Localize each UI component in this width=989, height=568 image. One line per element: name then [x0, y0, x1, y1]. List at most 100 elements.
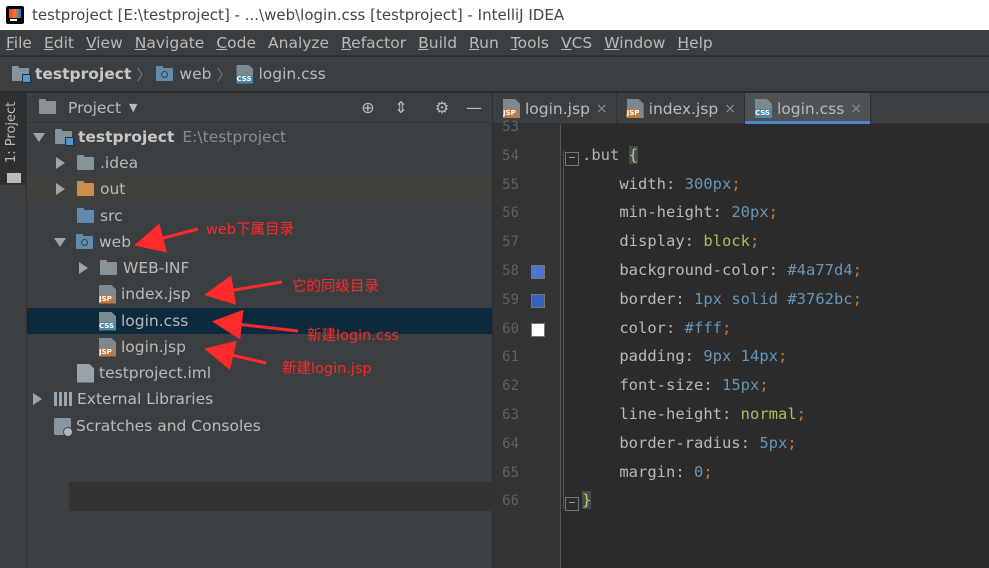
- line-number: 59: [502, 291, 519, 308]
- code-line[interactable]: font-size: 15px;: [582, 376, 768, 394]
- code-line[interactable]: border: 1px solid #3762bc;: [582, 290, 862, 308]
- libraries-icon: [54, 392, 72, 406]
- tree-row-out[interactable]: out: [27, 176, 492, 202]
- minimize-icon[interactable]: —: [465, 99, 483, 117]
- collapse-all-icon[interactable]: ⇕: [392, 99, 410, 117]
- folder-icon: [100, 259, 117, 275]
- tree-row-index-jsp[interactable]: JSP index.jsp: [27, 281, 492, 307]
- code-line[interactable]: background-color: #4a77d4;: [582, 261, 862, 279]
- project-panel-title[interactable]: Project: [68, 99, 121, 117]
- window-title: testproject [E:\testproject] - ...\web\l…: [32, 6, 565, 24]
- line-number: 55: [502, 176, 519, 193]
- collapse-arrow-icon[interactable]: [79, 262, 88, 274]
- project-view-icon: [39, 99, 56, 114]
- tab-index-jsp[interactable]: JSP index.jsp ×: [617, 93, 745, 124]
- module-folder-icon: [55, 128, 74, 146]
- project-path: E:\testproject: [182, 128, 287, 146]
- breadcrumb-folder[interactable]: web: [156, 65, 211, 83]
- line-number: 65: [502, 464, 519, 481]
- line-number: 58: [502, 263, 519, 279]
- project-tool-tab[interactable]: 1: Project: [0, 93, 27, 185]
- fold-marker-icon[interactable]: [565, 497, 579, 512]
- color-swatch-icon[interactable]: [531, 293, 545, 308]
- menu-item-file[interactable]: File: [6, 34, 32, 52]
- tree-row-scratches[interactable]: Scratches and Consoles: [27, 413, 492, 439]
- expand-arrow-icon[interactable]: [33, 132, 45, 142]
- web-folder-icon: [76, 233, 93, 249]
- code-line[interactable]: padding: 9px 14px;: [582, 347, 787, 365]
- menu-item-build[interactable]: Build: [418, 34, 457, 52]
- css-file-icon: CSS: [754, 99, 772, 118]
- code-line[interactable]: width: 300px;: [582, 175, 740, 193]
- chevron-down-icon[interactable]: ▼: [129, 101, 137, 114]
- menu-item-tools[interactable]: Tools: [511, 34, 549, 52]
- line-number: 60: [502, 320, 519, 337]
- tree-row-testproject[interactable]: testproject E:\testproject: [27, 124, 492, 150]
- jsp-file-icon: JSP: [626, 99, 644, 118]
- code-line[interactable]: color: #fff;: [582, 319, 731, 337]
- code-line[interactable]: border-radius: 5px;: [582, 434, 796, 452]
- annotation-login-css: 新建login.css: [307, 328, 400, 344]
- menu-item-run[interactable]: Run: [469, 34, 499, 52]
- gear-icon[interactable]: ⚙: [433, 99, 451, 117]
- menu-bar: File Edit View Navigate Code Analyze Refactor B…: [0, 30, 989, 56]
- tree-row-external-libraries[interactable]: External Libraries: [27, 386, 492, 412]
- line-number: 61: [502, 349, 519, 366]
- collapse-arrow-icon[interactable]: [33, 393, 42, 405]
- line-number: 64: [502, 435, 519, 452]
- menu-item-help[interactable]: Help: [677, 34, 712, 52]
- collapse-arrow-icon[interactable]: [56, 157, 65, 169]
- chevron-right-icon: 〉: [216, 65, 232, 84]
- menu-item-vcs[interactable]: VCS: [561, 34, 592, 52]
- color-swatch-icon[interactable]: [531, 265, 545, 279]
- code-line[interactable]: display: block;: [582, 232, 759, 250]
- chevron-right-icon: 〉: [136, 65, 152, 84]
- menu-item-edit[interactable]: Edit: [44, 34, 74, 52]
- breadcrumb-file[interactable]: CSS login.css: [236, 64, 326, 84]
- menu-item-navigate[interactable]: Navigate: [135, 34, 205, 52]
- menu-item-code[interactable]: Code: [216, 34, 256, 52]
- title-bar: testproject [E:\testproject] - ...\web\l…: [0, 0, 989, 30]
- editor-tab-bar: JSP login.jsp × JSP index.jsp × CSS login.css ×: [493, 93, 989, 124]
- tree-row-login-css[interactable]: CSS login.css: [27, 308, 492, 334]
- menu-item-refactor[interactable]: Refactor: [341, 34, 406, 52]
- line-number: 66: [502, 493, 519, 510]
- intellij-logo-icon: [6, 6, 24, 24]
- close-icon[interactable]: ×: [596, 101, 608, 117]
- code-line[interactable]: }: [582, 491, 592, 510]
- current-line-highlight: [69, 482, 496, 511]
- tree-row-iml[interactable]: testproject.iml: [27, 360, 492, 386]
- web-folder-icon: [156, 65, 174, 81]
- locate-icon[interactable]: ⊕: [359, 99, 377, 117]
- tree-row-login-jsp[interactable]: JSP login.jsp: [27, 334, 492, 360]
- css-file-icon: CSS: [236, 64, 254, 84]
- menu-item-window[interactable]: Window: [604, 34, 665, 52]
- jsp-file-icon: JSP: [99, 337, 116, 357]
- tree-row-idea[interactable]: .idea: [27, 150, 492, 176]
- tree-row-webinf[interactable]: WEB-INF: [27, 255, 492, 281]
- annotation-index: 它的同级目录: [292, 279, 379, 295]
- fold-marker-icon[interactable]: [565, 151, 579, 166]
- code-line[interactable]: min-height: 20px;: [582, 203, 778, 221]
- jsp-file-icon: JSP: [99, 284, 116, 304]
- code-line[interactable]: line-height: normal;: [582, 405, 806, 423]
- scratches-icon: [54, 417, 73, 437]
- collapse-arrow-icon[interactable]: [56, 183, 65, 195]
- color-swatch-icon[interactable]: [531, 322, 545, 337]
- breadcrumb-project[interactable]: testproject: [12, 65, 131, 83]
- menu-item-view[interactable]: View: [86, 34, 123, 52]
- code-line[interactable]: .but {: [582, 145, 639, 164]
- project-panel-header: Project ▼ ⊕ ⇕ ⚙ —: [27, 93, 492, 123]
- line-number: 62: [502, 378, 519, 395]
- menu-item-analyze[interactable]: Analyze: [268, 34, 329, 52]
- editor-gutter: 53 54 55 56 57 58 59 60 61 62 63 64 65 66: [493, 119, 561, 568]
- fold-guide-line: [563, 151, 564, 509]
- left-tool-stripe: 1: Project: [0, 93, 27, 568]
- close-icon[interactable]: ×: [724, 101, 736, 117]
- tab-login-css[interactable]: CSS login.css ×: [744, 93, 872, 124]
- close-icon[interactable]: ×: [850, 101, 862, 117]
- expand-arrow-icon[interactable]: [54, 237, 66, 247]
- annotation-web: web下属目录: [206, 222, 294, 238]
- code-line[interactable]: margin: 0;: [582, 463, 712, 481]
- annotation-login-jsp: 新建login.jsp: [282, 361, 372, 377]
